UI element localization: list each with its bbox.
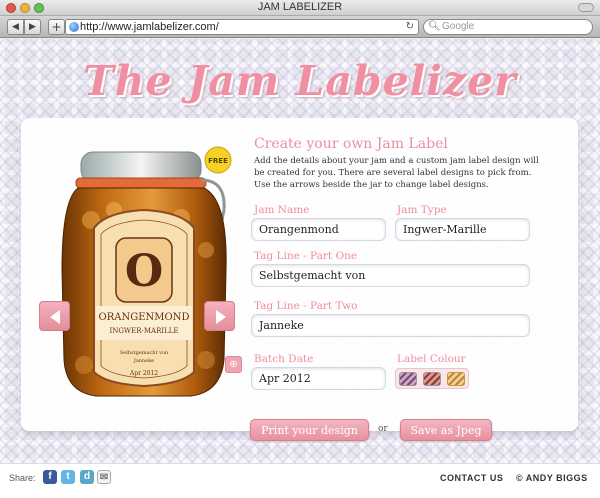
share-label: Share: bbox=[9, 473, 36, 483]
twitter-icon[interactable]: t bbox=[61, 470, 75, 484]
jam-jar-illustration: O ORANGENMOND INGWER-MARILLE Selbstgemac… bbox=[61, 146, 232, 397]
author-credit-link[interactable]: © ANDY BIGGS bbox=[516, 473, 588, 483]
email-icon[interactable]: ✉ bbox=[97, 470, 111, 484]
jar-tagline-one: Selbstgemacht von bbox=[120, 350, 169, 356]
toolbar-toggle-button[interactable] bbox=[578, 3, 594, 12]
jar-initial: O bbox=[125, 246, 163, 297]
jam-name-field[interactable]: Orangenmond bbox=[251, 218, 386, 241]
address-bar[interactable]: http://www.jamlabelizer.com/ ↻ bbox=[65, 19, 419, 35]
form-heading: Create your own Jam Label bbox=[254, 136, 448, 152]
page-background: The Jam Labelizer O ORANGENMOND INGWER-M… bbox=[0, 39, 600, 463]
jar-name-label: ORANGENMOND bbox=[99, 312, 190, 323]
facebook-icon[interactable]: f bbox=[43, 470, 57, 484]
tagline-one-label: Tag Line - Part One bbox=[254, 250, 358, 262]
browser-toolbar: ◀ ▶ + http://www.jamlabelizer.com/ ↻ 🔍︎ … bbox=[0, 16, 600, 38]
next-design-button[interactable] bbox=[204, 301, 235, 331]
jam-type-field[interactable]: Ingwer-Marille bbox=[395, 218, 530, 241]
site-logo: The Jam Labelizer bbox=[83, 57, 517, 105]
label-colour-picker bbox=[395, 368, 469, 389]
tagline-two-label: Tag Line - Part Two bbox=[254, 300, 358, 312]
or-separator: or bbox=[378, 424, 388, 434]
colour-swatch-purple[interactable] bbox=[399, 372, 417, 386]
batch-date-field[interactable]: Apr 2012 bbox=[251, 367, 386, 390]
tagline-one-field[interactable]: Selbstgemacht von bbox=[251, 264, 530, 287]
arrow-right-icon bbox=[216, 310, 226, 324]
jam-name-label: Jam Name bbox=[254, 204, 310, 216]
jar-date: Apr 2012 bbox=[129, 370, 158, 377]
arrow-left-icon bbox=[50, 310, 60, 324]
save-jpeg-button[interactable]: Save as Jpeg bbox=[400, 419, 492, 441]
search-field[interactable]: 🔍︎ Google bbox=[423, 19, 593, 35]
zoom-icon[interactable]: ⊕ bbox=[225, 356, 242, 373]
search-icon: 🔍︎ bbox=[428, 21, 441, 32]
back-button[interactable]: ◀ bbox=[7, 19, 24, 35]
globe-icon bbox=[69, 22, 79, 32]
contact-us-link[interactable]: CONTACT US bbox=[440, 473, 503, 483]
window-title: JAM LABELIZER bbox=[257, 1, 343, 13]
jar-tagline-two: Janneke bbox=[133, 358, 154, 364]
labelizer-panel: O ORANGENMOND INGWER-MARILLE Selbstgemac… bbox=[21, 118, 578, 431]
window-titlebar: JAM LABELIZER bbox=[0, 0, 600, 16]
search-placeholder: Google bbox=[442, 21, 475, 32]
tagline-two-field[interactable]: Janneke bbox=[251, 314, 530, 337]
address-text: http://www.jamlabelizer.com/ bbox=[80, 21, 219, 33]
add-bookmark-button[interactable]: + bbox=[48, 19, 65, 35]
form-description: Add the details about your jam and a cus… bbox=[254, 156, 539, 190]
colour-swatch-red[interactable] bbox=[423, 372, 441, 386]
page-footer: Share: f t d ✉ CONTACT US © ANDY BIGGS bbox=[0, 463, 600, 498]
label-colour-label: Label Colour bbox=[397, 353, 466, 365]
jam-type-label: Jam Type bbox=[397, 204, 447, 216]
reload-icon[interactable]: ↻ bbox=[406, 20, 414, 34]
jar-type-label: INGWER-MARILLE bbox=[109, 327, 178, 335]
digg-icon[interactable]: d bbox=[80, 470, 94, 484]
batch-date-label: Batch Date bbox=[254, 353, 314, 365]
print-design-button[interactable]: Print your design bbox=[250, 419, 369, 441]
colour-swatch-gold[interactable] bbox=[447, 372, 465, 386]
free-badge: FREE bbox=[208, 157, 228, 165]
previous-design-button[interactable] bbox=[39, 301, 70, 331]
forward-button[interactable]: ▶ bbox=[24, 19, 41, 35]
